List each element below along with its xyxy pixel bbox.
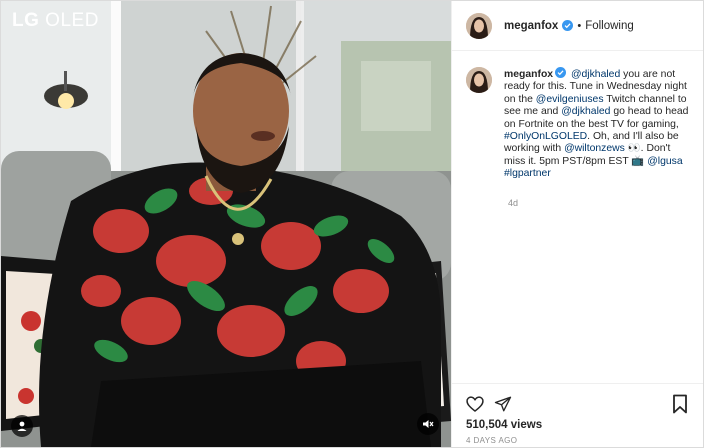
volume-muted-icon (423, 420, 434, 428)
bookmark-icon (673, 394, 687, 414)
instagram-post: LG OLED meganfox • Following meganfox @d… (0, 0, 704, 448)
caption-verified-badge-icon (555, 67, 567, 78)
video-frame-illustration (1, 1, 451, 447)
caption-avatar[interactable] (466, 67, 492, 93)
following-button[interactable]: Following (585, 20, 634, 32)
paper-plane-icon (494, 396, 512, 412)
save-button[interactable] (669, 393, 691, 415)
caption-mention-link[interactable]: @djkhaled (561, 106, 610, 117)
caption-mention-link[interactable]: @djkhaled (571, 69, 620, 80)
lg-oled-watermark: LG OLED (12, 10, 99, 32)
header-separator: • (577, 19, 582, 32)
post-caption: meganfox @djkhaled you are not ready for… (466, 67, 694, 181)
caption-author[interactable]: meganfox (504, 69, 553, 80)
avatar[interactable] (466, 12, 492, 39)
heart-icon (466, 396, 484, 412)
caption-mention-link[interactable]: @evilgeniuses (536, 94, 604, 105)
post-actions-section: 510,504 views 4 DAYS AGO (452, 383, 703, 445)
caption-age: 4d (508, 198, 519, 208)
view-count[interactable]: 510,504 views (466, 419, 542, 431)
post-video[interactable]: LG OLED (1, 1, 451, 447)
user-tag-button[interactable] (11, 415, 33, 437)
caption-segments: @djkhaled you are not ready for this. Tu… (504, 69, 688, 179)
volume-button[interactable] (417, 413, 439, 435)
verified-badge-icon (562, 20, 574, 31)
share-button[interactable] (492, 393, 514, 415)
action-bar (452, 384, 703, 415)
brand-rest-text: OLED (45, 10, 99, 31)
caption-mention-link[interactable]: @wiltonzews (564, 143, 625, 154)
brand-bold-text: LG (12, 10, 40, 31)
header-username[interactable]: meganfox (504, 20, 558, 32)
like-button[interactable] (464, 393, 486, 415)
caption-hashtag-link[interactable]: #OnlyOnLGOLED (504, 131, 587, 142)
caption-hashtag-link[interactable]: #lgpartner (504, 168, 551, 179)
post-side-panel: meganfox • Following meganfox @djkhaled … (451, 1, 703, 447)
caption-mention-link[interactable]: @lgusa (647, 156, 682, 167)
user-tag-icon (17, 421, 27, 431)
post-header: meganfox • Following (452, 1, 703, 51)
caption-text: meganfox @djkhaled you are not ready for… (504, 67, 694, 181)
post-date: 4 DAYS AGO (466, 436, 518, 445)
caption-avatar-image (466, 67, 492, 93)
avatar-image (466, 12, 492, 39)
